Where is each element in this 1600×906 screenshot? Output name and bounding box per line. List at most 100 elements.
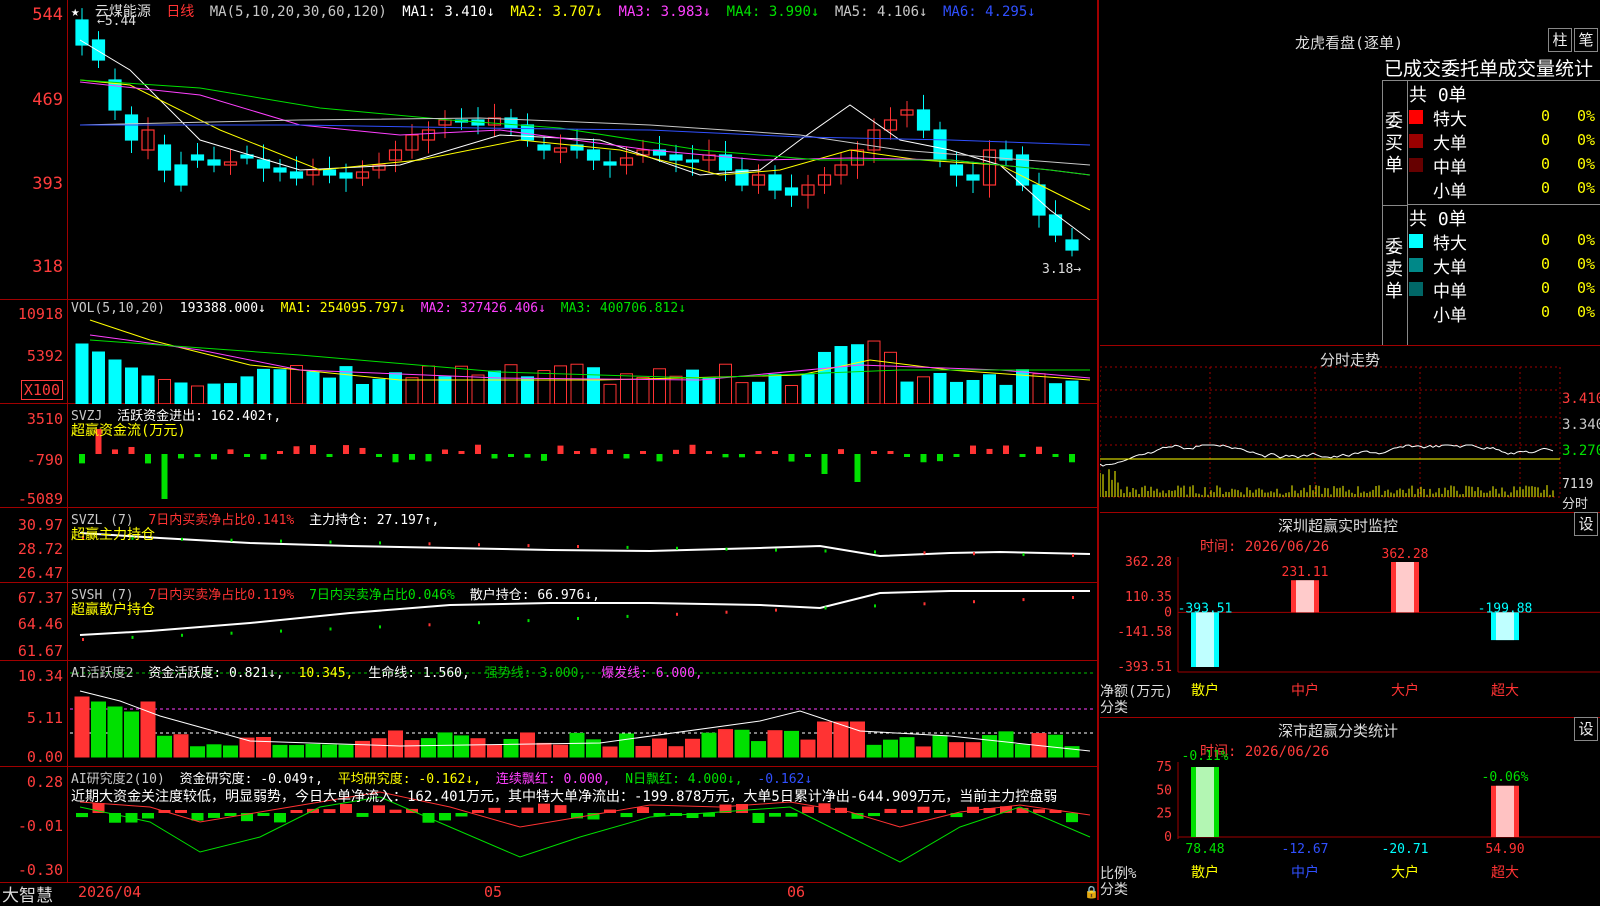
volume-bar — [950, 381, 963, 404]
ai-active-bar — [850, 721, 865, 758]
ai-active-pane[interactable]: 10.34 5.11 0.00 AI活跃度2 资金活跃度: 0.821↓, 10… — [0, 661, 1097, 767]
szm-y-tick: 362.28 — [1125, 555, 1172, 570]
volume-bar — [75, 343, 89, 404]
intraday-panel[interactable]: 分时走势 3.410 3.340 3.270 7119 分时 — [1100, 345, 1600, 513]
ai-research-bar — [1066, 813, 1078, 823]
volume-bar — [719, 363, 732, 404]
order-book-title: 龙虎看盘(逐单) — [1295, 34, 1404, 52]
svzl-subtitle: 超赢主力持仓 — [71, 527, 155, 543]
ai-active-bar — [965, 742, 981, 758]
low-price-label: 3.18→ — [1042, 262, 1082, 277]
price-candle — [339, 172, 353, 179]
svzj-bar — [161, 454, 168, 499]
ai-research-bar — [505, 810, 517, 813]
szm-y-tick: -393.51 — [1117, 660, 1172, 675]
szm-y-tick: 110.35 — [1125, 590, 1172, 605]
buy-row: 大单 0 0% — [1409, 129, 1600, 154]
ai-active-bar — [454, 735, 469, 758]
ai-research-pane[interactable]: 0.28 -0.01 -0.30 AI研究度2(10) 资金研究度: -0.04… — [0, 767, 1097, 882]
ai-active-bar — [322, 744, 337, 758]
ai-research-bar — [439, 813, 451, 821]
ai-research-bar — [1016, 808, 1029, 813]
svsh-pane[interactable]: 67.37 64.46 61.67 SVSH (7) 7日内买卖净占比0.119… — [0, 583, 1097, 661]
ai-research-label1: 资金研究度: -0.049↑, — [179, 772, 323, 787]
svzl-line — [79, 532, 1091, 558]
price-chart — [75, 8, 1091, 257]
svzj-bar — [970, 445, 976, 454]
svsh-tick — [131, 635, 134, 639]
price-candle — [124, 114, 139, 141]
svzj-bar — [1052, 454, 1059, 457]
sell-row: 小单 0 0% — [1409, 301, 1600, 326]
svsh-tick — [280, 629, 282, 633]
svsh-tick — [329, 627, 332, 631]
sell-total: 共 0单 — [1409, 209, 1467, 230]
order-book-table: 委买单 委卖单 共 0单 特大 0 0% 大单 0 0% 中单 0 0% 小单 0 0% 共 0单 特… — [1382, 80, 1600, 345]
price-pane[interactable]: 544 469 393 318 ★ 云煤能源 日线 MA(5,10,20,30,… — [0, 0, 1097, 300]
volume-bar — [141, 375, 155, 404]
tick-view-button[interactable]: 笔 — [1574, 28, 1598, 52]
svzj-bar — [689, 444, 696, 454]
volume-bar — [471, 374, 485, 404]
buy-pct: 0% — [1577, 155, 1596, 173]
ai-active-bar — [982, 735, 997, 758]
svzj-bar — [623, 454, 630, 459]
ai-active-bar — [751, 741, 766, 758]
price-candle — [1065, 239, 1079, 251]
tab-volume-stats[interactable]: 成交量统计 — [1498, 58, 1593, 80]
svzl-tick — [824, 549, 827, 553]
column-view-button[interactable]: 柱 — [1548, 28, 1572, 52]
volume-bar — [702, 377, 716, 404]
svsh-tick — [1022, 598, 1025, 602]
svzj-bar — [128, 446, 135, 454]
tab-orders[interactable]: 委托单 — [1441, 58, 1498, 80]
sell-swatch — [1409, 234, 1423, 248]
volume-bar — [191, 385, 204, 404]
svzj-bar — [541, 454, 547, 461]
svzj-bar — [277, 451, 283, 454]
price-candle — [933, 129, 947, 161]
sell-count: 0 — [1541, 255, 1551, 273]
price-candle — [1048, 214, 1063, 236]
ai-research-bar — [884, 808, 897, 813]
svsh-tick — [577, 617, 579, 620]
svzj-bar — [458, 451, 465, 454]
price-candle — [603, 161, 617, 166]
ai-active-label1: 资金活跃度: 0.821↓, — [148, 666, 284, 681]
ai-active-bar — [899, 737, 915, 758]
svzj-pane[interactable]: 3510 -790 -5089 SVZJ 活跃资金进出: 162.402↑, 超… — [0, 404, 1097, 508]
period-label[interactable]: 日线 — [166, 4, 194, 20]
volume-bar — [653, 368, 666, 404]
price-candle — [586, 149, 601, 161]
brand-logo: 大智慧 — [2, 886, 53, 906]
buy-swatch — [1409, 158, 1423, 172]
svzj-bar — [376, 454, 382, 457]
tab-filled[interactable]: 已成交 — [1384, 58, 1441, 80]
ai-active-bar — [520, 732, 535, 758]
ai-research-bar — [934, 810, 946, 813]
price-candle — [256, 159, 271, 169]
star-icon[interactable]: ★ — [71, 4, 79, 20]
ai-active-bar — [998, 731, 1014, 758]
ai-active-bar — [256, 736, 271, 758]
ai-research-bar — [142, 813, 154, 819]
svzj-bar — [1036, 446, 1042, 454]
ai-active-bar — [916, 746, 931, 758]
svzl-pane[interactable]: 30.97 28.72 26.47 SVZL (7) 7日内买卖净占比0.141… — [0, 508, 1097, 583]
szm-bar-value: -393.51 — [1178, 601, 1233, 616]
szs-y-tick: 25 — [1156, 807, 1172, 822]
volume-bar — [1049, 383, 1062, 404]
svzj-bar — [244, 454, 250, 457]
buy-count: 0 — [1541, 179, 1551, 197]
price-candle — [966, 174, 980, 181]
ai-active-bar — [272, 744, 288, 758]
svzj-bar — [491, 454, 498, 459]
volume-pane[interactable]: 10918 5392 X100 VOL(5,10,20) 193388.000↓… — [0, 300, 1097, 404]
svzj-bar — [574, 451, 580, 454]
ai-active-title: AI活跃度2 — [71, 666, 134, 681]
volume-bar — [851, 344, 864, 404]
sell-pct: 0% — [1577, 255, 1596, 273]
ai-active-bar — [470, 738, 486, 758]
volume-bar — [669, 375, 683, 404]
volume-bar — [372, 378, 386, 404]
